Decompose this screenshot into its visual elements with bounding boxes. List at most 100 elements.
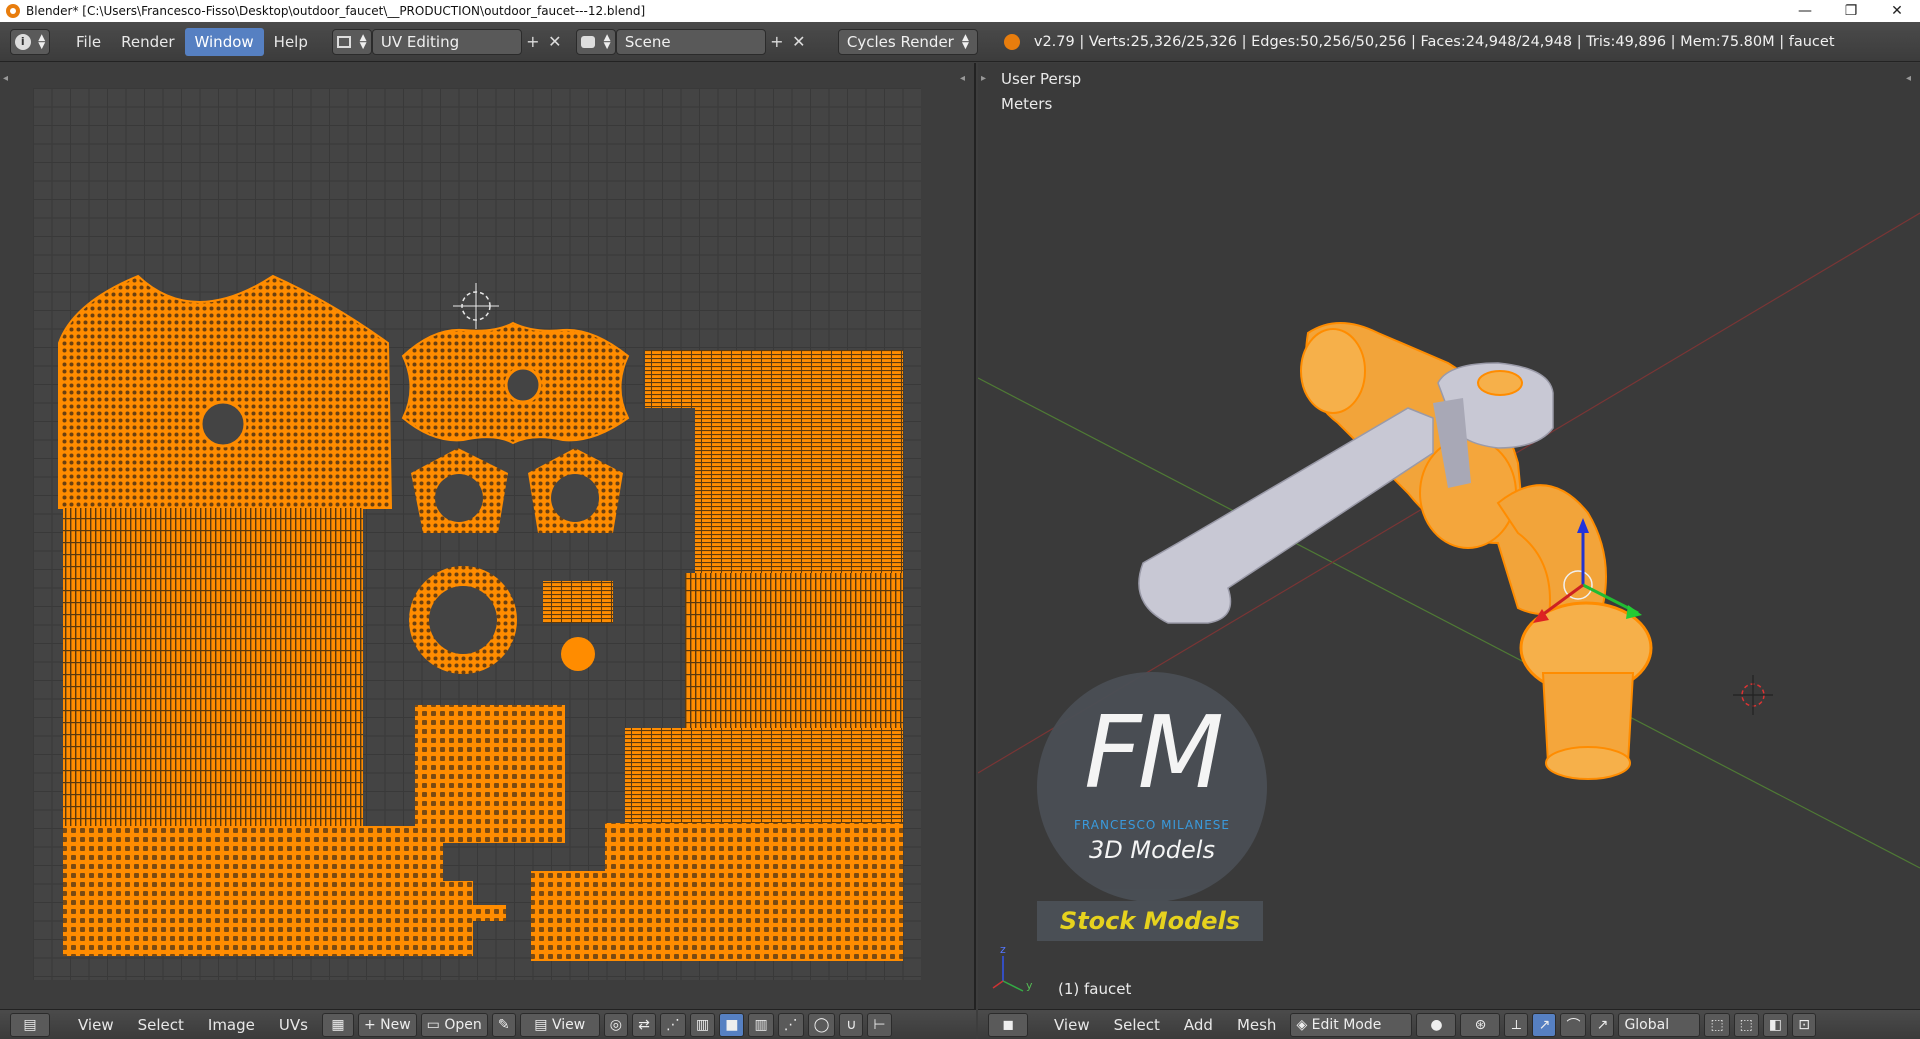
scale-manipulator-button[interactable]: ↗: [1590, 1012, 1615, 1037]
proportional-icon: ◯: [813, 1016, 830, 1033]
translate-manipulator-button[interactable]: ↗: [1532, 1012, 1557, 1037]
restore-button[interactable]: ❐: [1828, 0, 1874, 22]
scene-selector[interactable]: ▲ ▼: [575, 28, 616, 55]
pivot-button[interactable]: ◎: [603, 1012, 628, 1037]
manipulator-toggle[interactable]: ⟂: [1504, 1012, 1529, 1037]
scene-field[interactable]: Scene: [615, 28, 766, 55]
pivot-icon: ◎: [609, 1016, 622, 1033]
vertex-select-icon: ⋰: [665, 1016, 680, 1033]
uv-island-arch: [58, 274, 393, 509]
view-mode-dropdown[interactable]: ▤ View: [519, 1012, 600, 1037]
3d-menu-mesh[interactable]: Mesh: [1225, 1016, 1289, 1034]
uv-island-strip: [63, 508, 363, 826]
sync-icon: ⇄: [638, 1016, 650, 1033]
sync-selection-button[interactable]: ⇄: [631, 1012, 656, 1037]
plus-icon: +: [526, 32, 540, 51]
plus-icon: +: [363, 1016, 381, 1033]
screen-layout-selector[interactable]: ▲ ▼: [331, 28, 372, 55]
logo-name: FRANCESCO MILANESE: [1074, 818, 1230, 832]
add-scene-button[interactable]: +: [766, 31, 788, 53]
limit-selection-button[interactable]: ⊡: [1792, 1012, 1817, 1037]
logo-subtitle: 3D Models: [1089, 836, 1215, 864]
uv-island-small: [543, 581, 613, 623]
image-editor-icon: ▤: [23, 1016, 37, 1033]
snap-increment-icon: ⊢: [873, 1016, 886, 1033]
pin-button[interactable]: ✎: [491, 1012, 516, 1037]
rotate-manipulator-button[interactable]: ⌒: [1560, 1012, 1587, 1037]
uv-island-strip: [63, 881, 473, 956]
add-screen-button[interactable]: +: [522, 31, 544, 53]
screen-layout-field[interactable]: UV Editing: [371, 28, 522, 55]
shading-dropdown[interactable]: ●: [1416, 1012, 1457, 1037]
editor-type-selector[interactable]: ▤: [10, 1012, 50, 1037]
uv-island-crossgrid: [415, 705, 565, 843]
vertex-select-button[interactable]: ⋰: [659, 1012, 686, 1037]
uv-islands: [58, 274, 903, 961]
magnet-icon: ∪: [846, 1016, 857, 1033]
minimize-button[interactable]: —: [1782, 0, 1828, 22]
island-select-icon: ▥: [754, 1016, 768, 1033]
snap-element-button[interactable]: ⊢: [867, 1012, 892, 1037]
close-icon: ✕: [548, 32, 562, 51]
snap-button[interactable]: ∪: [839, 1012, 864, 1037]
proportional-edit-button[interactable]: ◯: [807, 1012, 836, 1037]
3d-menu-select[interactable]: Select: [1102, 1016, 1172, 1034]
vertex-select-mode[interactable]: ⬚: [1704, 1012, 1730, 1037]
axis-label-y: y: [1026, 979, 1033, 992]
image-browse-button[interactable]: ▦: [321, 1012, 354, 1037]
edge-select-button[interactable]: ▥: [689, 1012, 716, 1037]
menu-window[interactable]: Window: [184, 27, 264, 56]
delete-screen-button[interactable]: ✕: [544, 31, 566, 53]
close-button[interactable]: ✕: [1874, 0, 1920, 22]
uv-island-small: [466, 905, 506, 921]
menu-file[interactable]: File: [66, 28, 111, 56]
face-select-mode[interactable]: ◧: [1762, 1012, 1789, 1037]
close-icon: ✕: [792, 32, 806, 51]
face-mode-icon: ◧: [1768, 1016, 1783, 1033]
edge-select-icon: ▥: [695, 1016, 710, 1033]
window-titlebar: Blender* [C:\Users\Francesco-Fisso\Deskt…: [0, 0, 1920, 22]
sticky-mode-button[interactable]: ⋰: [777, 1012, 804, 1037]
face-select-button[interactable]: ■: [719, 1012, 745, 1037]
sticky-icon: ⋰: [783, 1016, 798, 1033]
edge-select-mode[interactable]: ⬚: [1733, 1012, 1759, 1037]
3d-viewport[interactable]: ▸ ◂ User Persp Meters z y (1) faucet FM …: [978, 63, 1920, 1009]
editor-type-selector[interactable]: i ▲ ▼: [10, 28, 50, 55]
edit-mode-icon: ◈: [1296, 1016, 1312, 1033]
render-engine-dropdown[interactable]: Cycles Render ▲ ▼: [837, 28, 978, 55]
mode-dropdown[interactable]: ◈ Edit Mode: [1290, 1012, 1413, 1037]
uv-2d-cursor[interactable]: [453, 283, 499, 329]
3d-menu-add[interactable]: Add: [1172, 1016, 1225, 1034]
menu-render[interactable]: Render: [111, 28, 184, 56]
image-icon: ▦: [331, 1016, 345, 1033]
uv-menu-view[interactable]: View: [66, 1016, 126, 1034]
menu-help[interactable]: Help: [264, 28, 318, 56]
mode-label: Edit Mode: [1311, 1016, 1382, 1033]
uv-image-editor[interactable]: ◂ ◂: [0, 63, 976, 1009]
editor-type-selector[interactable]: ◼: [988, 1012, 1028, 1037]
updown-arrows-icon: ▲ ▼: [961, 32, 969, 51]
region-toggle-icon[interactable]: ◂: [3, 73, 13, 85]
orientation-dropdown[interactable]: Global: [1618, 1012, 1701, 1037]
info-header: i ▲ ▼ File Render Window Help ▲ ▼ UV Editi…: [0, 22, 1920, 62]
updown-arrows-icon: ▲ ▼: [359, 32, 367, 51]
uv-island-strip: [63, 826, 443, 881]
uv-canvas[interactable]: [33, 88, 921, 980]
pivot-dropdown[interactable]: ⊛: [1460, 1012, 1501, 1037]
delete-scene-button[interactable]: ✕: [788, 31, 810, 53]
uv-menu-image[interactable]: Image: [196, 1016, 267, 1034]
open-image-button[interactable]: ▭ Open: [420, 1012, 488, 1037]
uv-menu-uvs[interactable]: UVs: [267, 1016, 320, 1034]
pin-icon: ✎: [497, 1016, 510, 1033]
info-icon: i: [14, 33, 31, 50]
3d-menu-view[interactable]: View: [1042, 1016, 1102, 1034]
uv-menu-select[interactable]: Select: [126, 1016, 196, 1034]
new-image-button[interactable]: + New: [357, 1012, 417, 1037]
region-toggle-icon[interactable]: ◂: [960, 73, 970, 85]
island-select-button[interactable]: ▥: [748, 1012, 774, 1037]
watermark-logo: FM FRANCESCO MILANESE 3D Models: [1037, 672, 1267, 902]
3d-cursor[interactable]: [1733, 675, 1773, 715]
solid-shading-icon: ●: [1430, 1016, 1443, 1033]
arrow-icon: ↗: [1538, 1016, 1551, 1033]
updown-arrows-icon: ▲ ▼: [603, 32, 611, 51]
